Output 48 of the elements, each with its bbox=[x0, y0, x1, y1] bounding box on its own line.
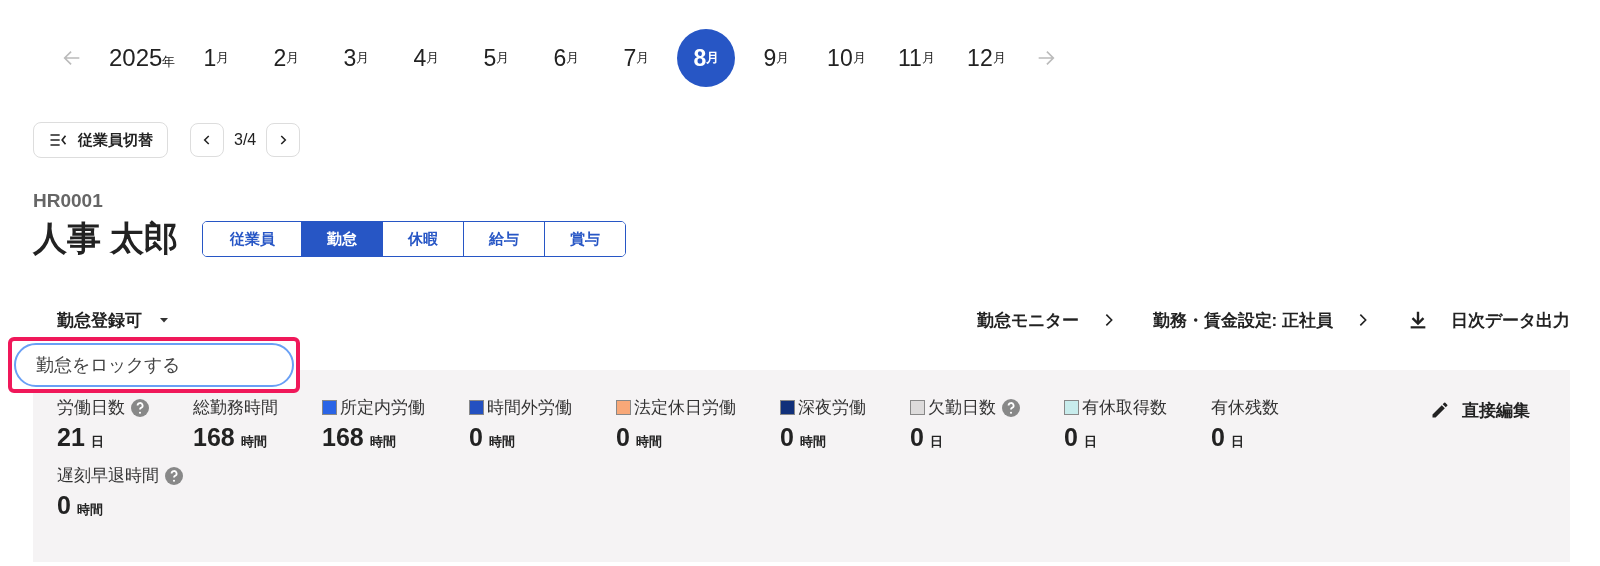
stat-label: 法定休日労働 bbox=[634, 397, 736, 419]
month-tab[interactable]: 1月 bbox=[187, 29, 246, 87]
month-tab[interactable]: 10月 bbox=[817, 29, 876, 87]
status-dropdown[interactable]: 勤怠登録可 bbox=[33, 308, 170, 332]
stat-label: 遅刻早退時間 bbox=[57, 465, 159, 487]
stat-value: 0 時間 bbox=[616, 423, 663, 452]
next-button[interactable] bbox=[266, 123, 301, 157]
month-tab[interactable]: 3月 bbox=[327, 29, 386, 87]
page-counter: 3/4 bbox=[234, 131, 257, 149]
month-tab[interactable]: 6月 bbox=[537, 29, 596, 87]
month-tab[interactable]: 12月 bbox=[957, 29, 1016, 87]
pencil-icon bbox=[1430, 400, 1450, 420]
stat-label: 労働日数 bbox=[57, 397, 125, 419]
stat-label: 総勤務時間 bbox=[193, 397, 278, 419]
download-button[interactable]: 日次データ出力 bbox=[1407, 308, 1570, 332]
stat-label: 深夜労働 bbox=[798, 397, 866, 419]
employee-code: HR0001 bbox=[33, 190, 104, 212]
stat-value: 21 日 bbox=[57, 423, 105, 452]
stat-value: 0 時間 bbox=[469, 423, 516, 452]
stat-value: 0 日 bbox=[910, 423, 944, 452]
edit-button[interactable]: 直接編集 bbox=[1430, 398, 1530, 422]
month-tab[interactable]: 5月 bbox=[467, 29, 526, 87]
stat-value: 168 時間 bbox=[322, 423, 397, 452]
link[interactable]: 勤務・賃金設定: 正社員 bbox=[1152, 308, 1371, 332]
stat-value: 0 日 bbox=[1211, 423, 1245, 452]
stat-label: 有休取得数 bbox=[1082, 397, 1167, 419]
month-tab[interactable]: 9月 bbox=[747, 29, 806, 87]
employee-name: 人事 太郎 bbox=[33, 218, 179, 259]
month-tab[interactable]: 8月 bbox=[677, 29, 736, 87]
previous-button[interactable] bbox=[190, 123, 224, 157]
month-tab[interactable]: 11月 bbox=[887, 29, 946, 87]
menu-item[interactable]: 勤怠をロックする bbox=[14, 343, 294, 387]
month-tab[interactable]: 2月 bbox=[257, 29, 316, 87]
stat-value: 0 時間 bbox=[780, 423, 827, 452]
tab[interactable]: 勤怠 bbox=[301, 222, 383, 256]
stat-label: 有休残数 bbox=[1211, 397, 1279, 419]
stat-value: 168 時間 bbox=[193, 423, 268, 452]
stat-value: 0 日 bbox=[1064, 423, 1098, 452]
stat-value: 0 時間 bbox=[57, 491, 104, 520]
month-tab[interactable]: 4月 bbox=[397, 29, 456, 87]
link[interactable]: 勤怠モニター bbox=[976, 308, 1117, 332]
month-tab[interactable]: 7月 bbox=[607, 29, 666, 87]
stat-label: 欠勤日数 bbox=[928, 397, 996, 419]
stat-label: 所定内労働 bbox=[340, 397, 425, 419]
tab[interactable]: 賞与 bbox=[544, 222, 626, 256]
year-label: 2025年 bbox=[109, 44, 176, 72]
stat-label: 時間外労働 bbox=[487, 397, 572, 419]
employee-switch-button[interactable]: 従業員切替 bbox=[33, 122, 168, 158]
